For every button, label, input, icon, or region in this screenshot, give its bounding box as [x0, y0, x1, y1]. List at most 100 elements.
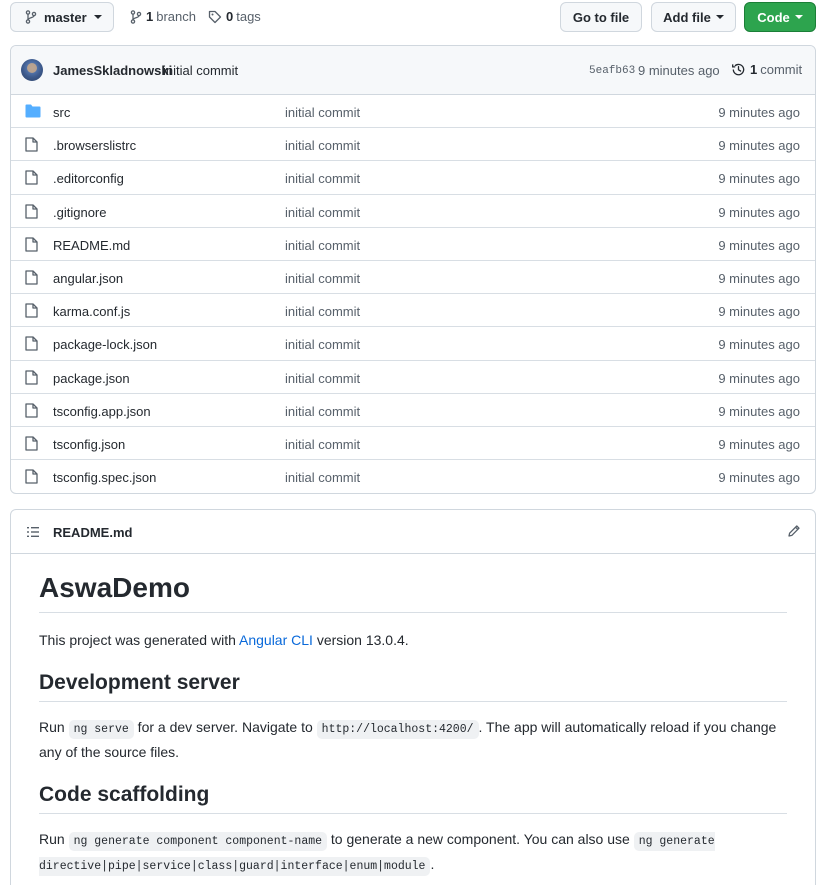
- file-row: tsconfig.app.json initial commit 9 minutes…: [11, 394, 815, 427]
- latest-commit-bar: JamesSkladnowski initial commit 5eafb63 …: [11, 46, 815, 95]
- file-row: .editorconfig initial commit 9 minutes ago: [11, 161, 815, 195]
- code-scaffolding-text: Run ng generate component component-name…: [39, 828, 787, 878]
- file-icon: [25, 237, 38, 255]
- add-file-button[interactable]: Add file: [651, 2, 736, 32]
- file-icon: [25, 303, 38, 321]
- branch-name: master: [44, 9, 87, 25]
- file-commit-message-link[interactable]: initial commit: [285, 337, 360, 352]
- file-name-link[interactable]: tsconfig.json: [53, 437, 125, 452]
- file-icon: [25, 436, 38, 454]
- file-row: package-lock.json initial commit 9 minutes…: [11, 327, 815, 361]
- chevron-down-icon: [93, 15, 102, 19]
- commit-author-link[interactable]: JamesSkladnowski: [53, 63, 172, 78]
- file-icon: [25, 403, 38, 421]
- branches-label: branch: [156, 9, 196, 24]
- file-commit-message-link[interactable]: initial commit: [285, 304, 360, 319]
- file-commit-age: 9 minutes ago: [718, 337, 800, 353]
- tags-label: tags: [236, 9, 261, 24]
- file-commit-age: 9 minutes ago: [718, 370, 800, 386]
- file-commit-message-link[interactable]: initial commit: [285, 437, 360, 452]
- tags-link[interactable]: 0 tags: [208, 9, 261, 24]
- code-scaffolding-heading: Code scaffolding: [39, 783, 787, 814]
- file-row: README.md initial commit 9 minutes ago: [11, 228, 815, 261]
- file-commit-age: 9 minutes ago: [718, 204, 800, 220]
- file-name-link[interactable]: package-lock.json: [53, 337, 157, 352]
- text-segment: Run: [39, 719, 69, 735]
- code-button[interactable]: Code: [744, 2, 816, 32]
- branches-count: 1: [146, 9, 154, 24]
- file-commit-message-link[interactable]: initial commit: [285, 171, 360, 186]
- file-name-link[interactable]: README.md: [53, 238, 130, 253]
- readme-content: AswaDemo This project was generated with…: [11, 554, 815, 878]
- file-icon: [25, 336, 38, 354]
- chevron-down-icon: [715, 15, 724, 19]
- file-row: src initial commit 9 minutes ago: [11, 95, 815, 129]
- pencil-icon[interactable]: [787, 524, 801, 538]
- commits-count: 1: [750, 62, 758, 77]
- file-name-link[interactable]: .editorconfig: [53, 171, 124, 186]
- dev-server-text: Run ng serve for a dev server. Navigate …: [39, 716, 787, 763]
- file-commit-message-link[interactable]: initial commit: [285, 470, 360, 485]
- file-list: src initial commit 9 minutes ago .browsersl…: [11, 95, 815, 493]
- commit-history-link[interactable]: 1 commit: [731, 62, 802, 77]
- file-icon: [25, 203, 38, 222]
- text-segment: Run: [39, 831, 69, 847]
- file-name-link[interactable]: tsconfig.spec.json: [53, 470, 156, 485]
- folder-icon: [25, 104, 41, 121]
- file-commit-message-link[interactable]: initial commit: [285, 105, 360, 120]
- file-icon: [25, 170, 38, 188]
- tags-count: 0: [226, 9, 234, 24]
- text-segment: for a dev server. Navigate to: [133, 719, 317, 735]
- text-segment: version 13.0.4.: [312, 632, 409, 648]
- file-name-link[interactable]: src: [53, 105, 70, 120]
- file-name-link[interactable]: .gitignore: [53, 205, 106, 220]
- file-name-link[interactable]: tsconfig.app.json: [53, 404, 151, 419]
- file-row: angular.json initial commit 9 minutes ago: [11, 261, 815, 295]
- readme-filename-link[interactable]: README.md: [53, 525, 132, 540]
- readme-header: README.md: [11, 510, 815, 554]
- branch-select-button[interactable]: master: [10, 2, 114, 32]
- file-row: .browserslistrc initial commit 9 minutes a…: [11, 128, 815, 162]
- commits-label: commit: [760, 62, 803, 77]
- file-row: karma.conf.js initial commit 9 minutes ago: [11, 294, 815, 328]
- file-name-link[interactable]: .browserslistrc: [53, 138, 136, 153]
- inline-code: ng generate component component-name: [68, 832, 328, 851]
- list-unordered-icon[interactable]: [26, 525, 40, 539]
- file-icon: [25, 270, 38, 288]
- file-commit-age: 9 minutes ago: [718, 270, 800, 286]
- file-commit-age: 9 minutes ago: [718, 237, 800, 253]
- commit-message-link[interactable]: initial commit: [163, 63, 238, 78]
- file-commit-age: 9 minutes ago: [718, 403, 800, 419]
- file-commit-age: 9 minutes ago: [718, 138, 800, 154]
- commit-sha-link[interactable]: 5eafb63: [589, 65, 635, 77]
- file-commit-message-link[interactable]: initial commit: [285, 238, 360, 253]
- commit-time: 9 minutes ago: [638, 63, 720, 78]
- file-commit-age: 9 minutes ago: [718, 436, 800, 452]
- file-commit-message-link[interactable]: initial commit: [285, 205, 360, 220]
- avatar[interactable]: [21, 59, 43, 81]
- file-icon: [25, 137, 38, 155]
- file-row: package.json initial commit 9 minutes ago: [11, 361, 815, 394]
- angular-cli-link[interactable]: Angular CLI: [239, 632, 313, 648]
- text-segment: This project was generated with: [39, 632, 239, 648]
- dev-server-heading: Development server: [39, 671, 787, 702]
- text-segment: to generate a new component. You can als…: [327, 831, 634, 847]
- file-icon: [25, 469, 38, 487]
- tag-icon: [208, 10, 222, 23]
- file-commit-message-link[interactable]: initial commit: [285, 138, 360, 153]
- file-commit-message-link[interactable]: initial commit: [285, 404, 360, 419]
- file-name-link[interactable]: karma.conf.js: [53, 304, 130, 319]
- file-browser: JamesSkladnowski initial commit 5eafb63 …: [10, 45, 816, 494]
- file-commit-message-link[interactable]: initial commit: [285, 271, 360, 286]
- code-label: Code: [757, 9, 790, 25]
- branches-link[interactable]: 1 branch: [130, 9, 196, 24]
- go-to-file-button[interactable]: Go to file: [560, 2, 642, 32]
- text-segment: .: [430, 856, 435, 872]
- file-name-link[interactable]: package.json: [53, 371, 130, 386]
- git-branch-icon: [130, 9, 142, 24]
- file-name-link[interactable]: angular.json: [53, 271, 123, 286]
- inline-code: http://localhost:4200/: [316, 720, 479, 739]
- file-commit-age: 9 minutes ago: [718, 105, 800, 120]
- file-row: .gitignore initial commit 9 minutes ago: [11, 195, 815, 228]
- file-commit-message-link[interactable]: initial commit: [285, 371, 360, 386]
